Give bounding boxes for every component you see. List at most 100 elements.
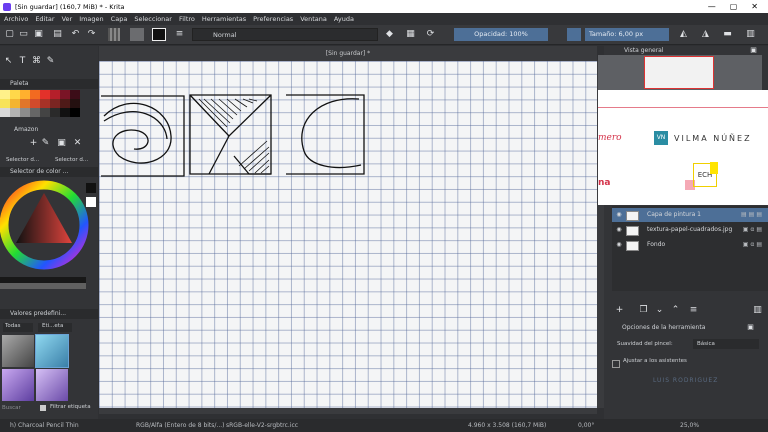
selector-tab-2[interactable]: Selector d... <box>55 157 88 163</box>
canvas-tab-title: [Sin guardar] * <box>325 50 371 57</box>
left-dock: ↖ T ⌘ ✎ Paleta Amazon + ✎ ▣ ✕ Selector d… <box>0 46 98 420</box>
color-selector-title: Selector de color ... <box>0 167 98 177</box>
menu-imagen[interactable]: Imagen <box>79 15 103 23</box>
layer-row[interactable]: ◉ textura-papel-cuadrados.jpg ▣α▤ <box>612 223 768 237</box>
presets-filter-select[interactable]: Todas <box>3 323 33 332</box>
layer-thumbnail <box>626 226 639 236</box>
layer-lock-alpha-icons[interactable]: ▣α▤ <box>743 223 764 237</box>
menu-ventana[interactable]: Ventana <box>300 15 327 23</box>
save-palette-icon[interactable]: ▣ <box>56 138 67 149</box>
new-document-icon[interactable]: ▢ <box>4 29 15 40</box>
window-title: [Sin guardar] (160,7 MiB) * - Krita <box>15 2 125 11</box>
layer-row[interactable]: ◉ Capa de pintura 1 ▤▤▤ <box>612 208 768 222</box>
search-label: Buscar <box>2 405 21 411</box>
brush-preset-1[interactable] <box>2 335 34 367</box>
horizontal-scrollbar[interactable] <box>99 408 597 414</box>
overlay-divider <box>598 107 768 108</box>
size-lock-toggle[interactable] <box>567 28 581 41</box>
workspace-icon[interactable]: ▬ <box>722 29 733 40</box>
smoothing-label: Suavidad del pincel: <box>617 341 673 347</box>
eye-icon[interactable]: ◉ <box>614 238 624 252</box>
brush-settings-icon[interactable]: ≡ <box>174 29 185 40</box>
menu-ver[interactable]: Ver <box>62 15 73 23</box>
menu-preferencias[interactable]: Preferencias <box>253 15 293 23</box>
brush-size-slider[interactable]: Tamaño: 6,00 px <box>585 28 669 41</box>
move-layer-up-icon[interactable]: ⌃ <box>670 305 681 316</box>
opacity-slider[interactable]: Opacidad: 100% <box>454 28 548 41</box>
menu-seleccionar[interactable]: Seleccionar <box>134 15 172 23</box>
tool-options-float-icon[interactable]: ▣ <box>745 322 756 333</box>
layers-panel: ◉ Capa de pintura 1 ▤▤▤ ◉ textura-papel-… <box>612 206 768 291</box>
krita-app-icon <box>3 2 11 11</box>
text-tool-icon[interactable]: T <box>17 56 28 67</box>
edit-swatch-icon[interactable]: ✎ <box>40 138 51 149</box>
undo-icon[interactable]: ↶ <box>70 29 81 40</box>
layer-name: textura-papel-cuadrados.jpg <box>647 226 733 233</box>
minimize-button[interactable]: — <box>708 2 716 11</box>
save-icon[interactable]: ▣ <box>33 29 44 40</box>
eye-icon[interactable]: ◉ <box>614 223 624 237</box>
pattern-swatch[interactable] <box>130 28 144 41</box>
add-layer-icon[interactable]: + <box>614 305 625 316</box>
brush-preset-3[interactable] <box>2 369 34 401</box>
open-folder-icon[interactable]: ▭ <box>18 29 29 40</box>
edit-shape-icon[interactable]: ⌘ <box>31 56 42 67</box>
canvas-tab[interactable]: [Sin guardar] * <box>99 46 597 61</box>
overview-viewport-frame[interactable] <box>644 56 714 89</box>
fg-bg-color-icon[interactable] <box>152 28 166 41</box>
active-brush: h) Charcoal Pencil Thin <box>10 422 79 429</box>
eraser-icon[interactable]: ◆ <box>384 29 395 40</box>
smoothing-select[interactable]: Básica <box>693 339 759 349</box>
palette-swatches[interactable] <box>0 90 88 126</box>
reload-preset-icon[interactable]: ⟳ <box>425 29 436 40</box>
layer-thumbnail <box>626 211 639 221</box>
assist-checkbox[interactable] <box>612 360 620 368</box>
menu-herramientas[interactable]: Herramientas <box>202 15 246 23</box>
move-layer-down-icon[interactable]: ⌄ <box>654 305 665 316</box>
brush-presets-title: Valores predefini... <box>0 309 98 319</box>
eye-icon[interactable]: ◉ <box>614 208 624 222</box>
selector-tab-1[interactable]: Selector d... <box>6 157 39 163</box>
alpha-lock-icon[interactable]: ▦ <box>405 29 416 40</box>
overlay-left-text-1: mero <box>598 133 622 143</box>
filter-tag-checkbox[interactable] <box>40 405 46 411</box>
mirror-horizontal-icon[interactable]: ◭ <box>678 29 689 40</box>
menu-editar[interactable]: Editar <box>35 15 54 23</box>
status-bar: h) Charcoal Pencil Thin RGB/Alfa (Entero… <box>0 419 768 432</box>
maximize-button[interactable]: ▢ <box>730 2 738 11</box>
layer-properties-icon[interactable]: ≡ <box>688 305 699 316</box>
tool-options-title: Opciones de la herramienta <box>622 324 706 331</box>
close-button[interactable]: ✕ <box>751 2 758 11</box>
brush-preset-2[interactable] <box>35 334 69 368</box>
brush-tool-icon[interactable]: ✎ <box>45 56 56 67</box>
layer-actions: + ❐ ⌄ ⌃ ≡ ▥ <box>612 304 768 318</box>
duplicate-layer-icon[interactable]: ❐ <box>638 305 649 316</box>
brush-preset-4[interactable] <box>36 369 68 401</box>
gradient-icon[interactable] <box>108 28 120 41</box>
layer-lock-alpha-icons[interactable]: ▤▤▤ <box>741 208 764 222</box>
workspace-switch-icon[interactable]: ▥ <box>745 29 756 40</box>
palette-dock-title: Paleta <box>0 79 98 89</box>
brand-overlay: mero VN VILMA NÚÑEZ na ECH <box>598 90 768 205</box>
delete-layer-icon[interactable]: ▥ <box>752 305 763 316</box>
presets-tag-select[interactable]: Eti...eta <box>38 323 72 332</box>
zoom-level[interactable]: 25,0% <box>680 419 699 432</box>
mirror-vertical-icon[interactable]: ◮ <box>700 29 711 40</box>
blend-mode-select[interactable]: Normal <box>192 28 378 41</box>
menu-ayuda[interactable]: Ayuda <box>334 15 354 23</box>
menu-archivo[interactable]: Archivo <box>4 15 28 23</box>
canvas-area[interactable] <box>99 61 597 408</box>
assist-label: Ajustar a los asistentes <box>623 358 687 364</box>
layer-row[interactable]: ◉ Fondo ▣α▤ <box>612 238 768 252</box>
layer-lock-alpha-icons[interactable]: ▣α▤ <box>743 238 764 252</box>
select-tool-icon[interactable]: ↖ <box>3 56 14 67</box>
redo-icon[interactable]: ↷ <box>86 29 97 40</box>
delete-swatch-icon[interactable]: ✕ <box>72 138 83 149</box>
menu-capa[interactable]: Capa <box>111 15 128 23</box>
image-icon[interactable]: ▤ <box>52 29 63 40</box>
add-swatch-icon[interactable]: + <box>28 138 39 149</box>
menu-filtro[interactable]: Filtro <box>179 15 195 23</box>
title-bar: [Sin guardar] (160,7 MiB) * - Krita — ▢ … <box>0 0 768 13</box>
color-wheel[interactable] <box>0 179 98 291</box>
rotation-angle: 0,00° <box>578 422 595 429</box>
